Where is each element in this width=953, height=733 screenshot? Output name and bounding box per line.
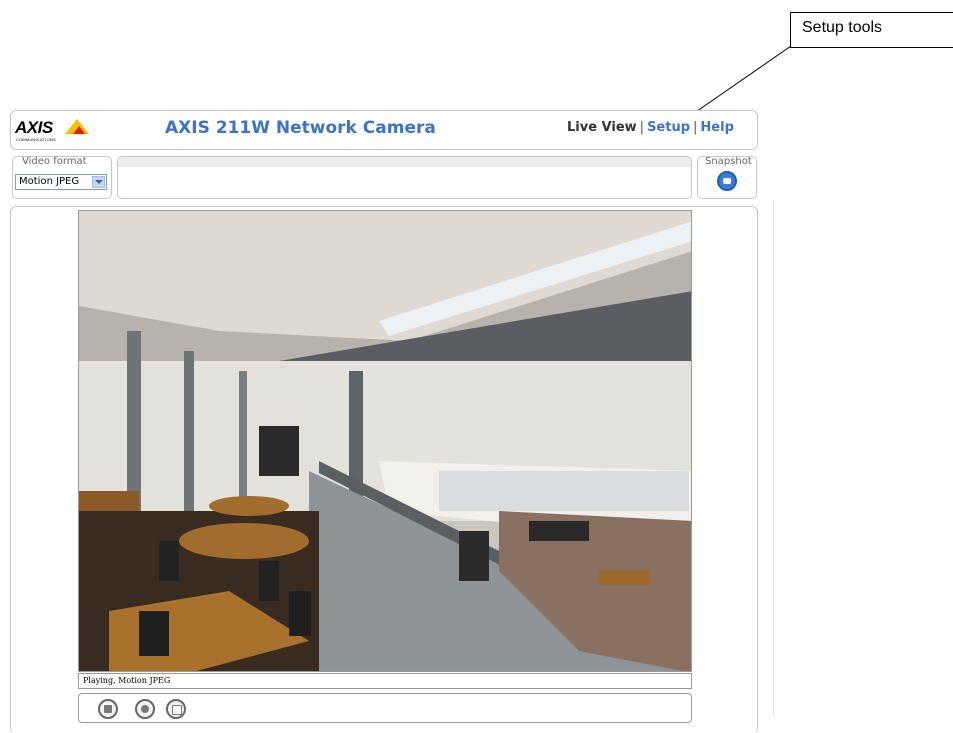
- nav-live-view[interactable]: Live View: [567, 120, 637, 135]
- video-controls: [78, 693, 692, 723]
- chevron-down-icon[interactable]: [92, 176, 105, 188]
- snapshot-icon-glyph: [141, 705, 149, 713]
- snapshot-label: Snapshot: [705, 156, 752, 167]
- logo-subtext: COMMUNICATIONS: [16, 137, 56, 142]
- full-screen-icon-glyph: [172, 705, 182, 715]
- toolbar-panel-header: [118, 157, 691, 167]
- callout-label: Setup tools: [802, 19, 883, 36]
- top-nav: Live View | Setup | Help: [567, 120, 734, 135]
- nav-separator: |: [639, 120, 645, 135]
- page-title: AXIS 211W Network Camera: [165, 118, 436, 138]
- setup-tools-callout: Setup tools: [790, 12, 953, 48]
- status-text: Playing, Motion JPEG: [83, 676, 171, 685]
- divider: [773, 200, 774, 716]
- video-format-value: Motion JPEG: [19, 176, 80, 187]
- logo-text: AXIS: [15, 118, 53, 137]
- snapshot-icon[interactable]: [135, 699, 155, 719]
- live-video-image[interactable]: [78, 210, 692, 672]
- stop-icon-glyph: [104, 705, 112, 713]
- status-bar: Playing, Motion JPEG: [78, 673, 692, 689]
- nav-separator: |: [693, 120, 698, 135]
- axis-logo[interactable]: AXIS COMMUNICATIONS: [15, 118, 93, 144]
- video-format-select[interactable]: Motion JPEG: [15, 174, 107, 190]
- camera-icon[interactable]: [717, 171, 737, 191]
- video-frame: [79, 211, 691, 671]
- video-format-label: Video format: [22, 156, 87, 167]
- stop-icon[interactable]: [98, 699, 118, 719]
- logo-triangle-red-icon: [73, 126, 85, 134]
- nav-help[interactable]: Help: [700, 120, 733, 135]
- view-full-screen-icon[interactable]: [166, 699, 186, 719]
- nav-setup[interactable]: Setup: [647, 120, 690, 135]
